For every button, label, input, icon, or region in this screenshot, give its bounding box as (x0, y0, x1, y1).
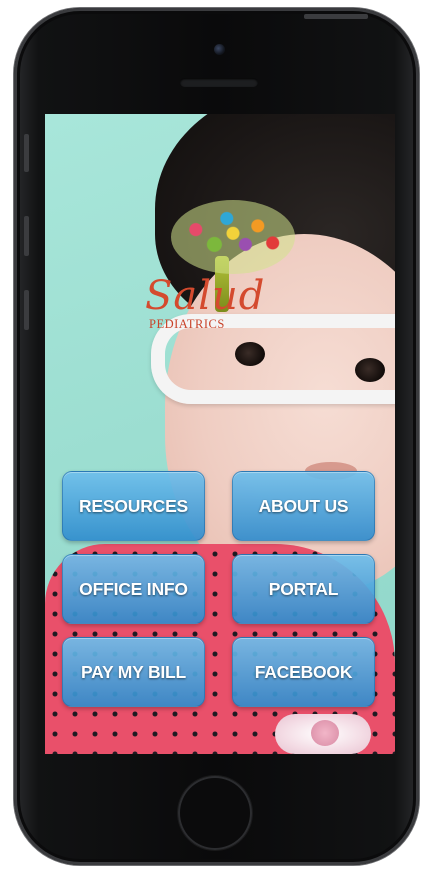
facebook-button[interactable]: FACEBOOK (232, 637, 375, 707)
logo-script-text: Salud (145, 273, 266, 319)
home-button[interactable] (178, 776, 252, 850)
office-info-button[interactable]: OFFICE INFO (62, 554, 205, 624)
mute-switch[interactable] (24, 134, 29, 172)
earpiece-speaker (180, 78, 258, 87)
background-photo-bow-knot (311, 720, 339, 746)
pay-my-bill-button[interactable]: PAY MY BILL (62, 637, 205, 707)
tree-canopy-icon (171, 200, 295, 274)
about-us-button[interactable]: ABOUT US (232, 471, 375, 541)
volume-up-button[interactable] (24, 216, 29, 256)
portal-button[interactable]: PORTAL (232, 554, 375, 624)
front-camera (214, 44, 225, 55)
volume-down-button[interactable] (24, 290, 29, 330)
resources-button[interactable]: RESOURCES (62, 471, 205, 541)
power-button[interactable] (304, 14, 368, 19)
app-screen: Salud PEDIATRICS RESOURCES ABOUT US OFFI… (45, 114, 395, 754)
logo-subtitle: PEDIATRICS (149, 317, 225, 331)
salud-pediatrics-logo: Salud PEDIATRICS (143, 200, 303, 336)
